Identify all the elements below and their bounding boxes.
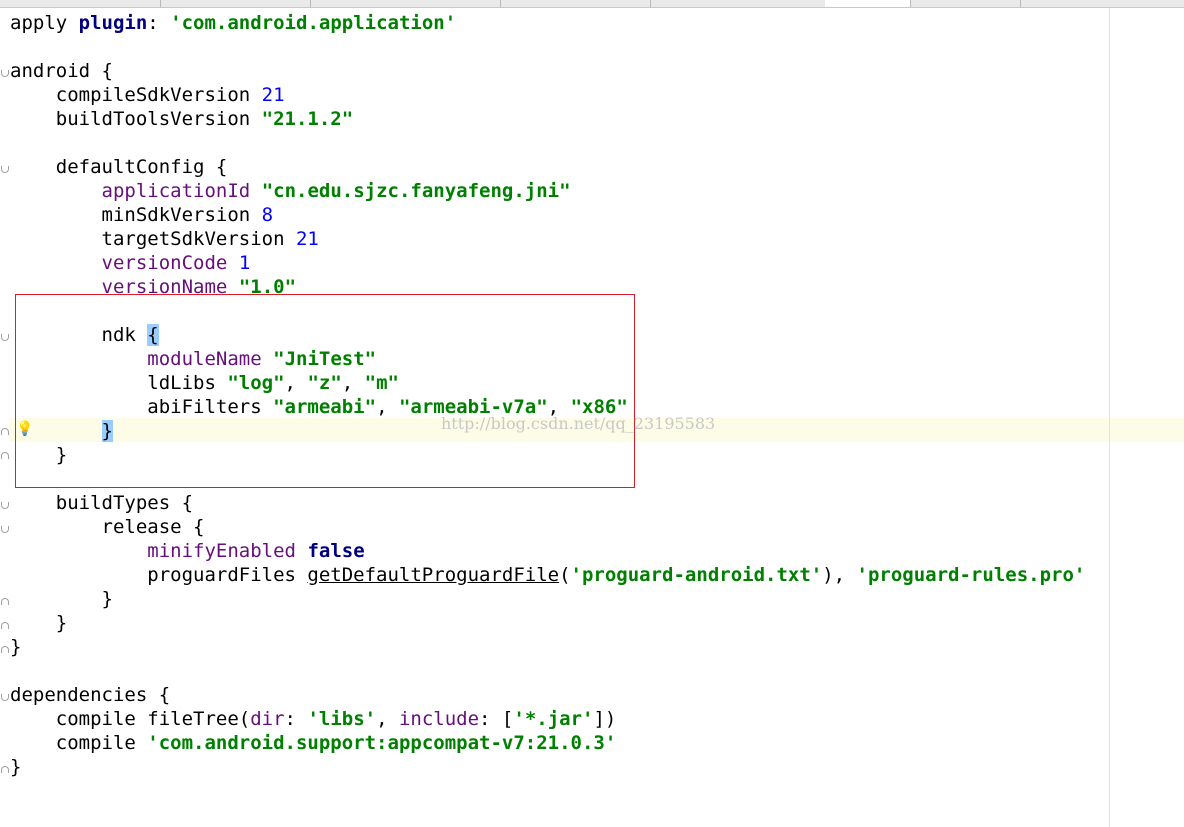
code-line: } xyxy=(10,612,68,634)
right-margin-guide xyxy=(1109,8,1110,827)
editor-tab[interactable] xyxy=(650,0,826,7)
code-line: targetSdkVersion 21 xyxy=(10,228,319,250)
fold-end-marker-icon[interactable] xyxy=(1,622,9,629)
editor-tab[interactable] xyxy=(500,0,651,7)
code-line: } xyxy=(10,756,22,778)
code-line: buildTypes { xyxy=(10,492,194,514)
watermark-text: http://blog.csdn.net/qq_23195583 xyxy=(441,414,716,433)
annotation-highlight-box xyxy=(15,294,635,488)
code-line: versionCode 1 xyxy=(101,252,251,274)
code-line: compileSdkVersion 21 xyxy=(10,84,285,106)
editor-tab[interactable] xyxy=(310,0,501,7)
code-line: compile 'com.android.support:appcompat-v… xyxy=(10,732,617,754)
code-line: } xyxy=(10,636,22,658)
code-line: compile fileTree(dir: 'libs', include: [… xyxy=(10,708,617,730)
fold-end-marker-icon[interactable] xyxy=(1,598,9,605)
fold-end-marker-icon[interactable] xyxy=(1,428,9,435)
fold-end-marker-icon[interactable] xyxy=(1,766,9,773)
editor-gutter xyxy=(0,8,9,827)
code-line: proguardFiles getDefaultProguardFile('pr… xyxy=(10,564,1086,586)
editor-tab[interactable] xyxy=(0,0,161,7)
code-line: android { xyxy=(10,60,113,82)
code-line: minSdkVersion 8 xyxy=(10,204,274,226)
code-line: buildToolsVersion "21.1.2" xyxy=(10,108,354,130)
editor-tab[interactable] xyxy=(160,0,311,7)
fold-end-marker-icon[interactable] xyxy=(1,646,9,653)
editor-tab[interactable] xyxy=(1020,0,1184,7)
code-line: minifyEnabled false xyxy=(147,540,365,562)
code-line: defaultConfig { xyxy=(10,156,228,178)
code-line: } xyxy=(10,588,113,610)
code-line: apply plugin: 'com.android.application' xyxy=(10,12,457,34)
editor-tab-active[interactable] xyxy=(825,0,911,7)
fold-end-marker-icon[interactable] xyxy=(1,452,9,459)
code-line: dependencies { xyxy=(10,684,171,706)
editor-tab[interactable] xyxy=(910,0,1021,7)
code-line: applicationId "cn.edu.sjzc.fanyafeng.jni… xyxy=(101,180,571,202)
code-line: release { xyxy=(10,516,205,538)
editor-tab-bar xyxy=(0,0,1184,8)
